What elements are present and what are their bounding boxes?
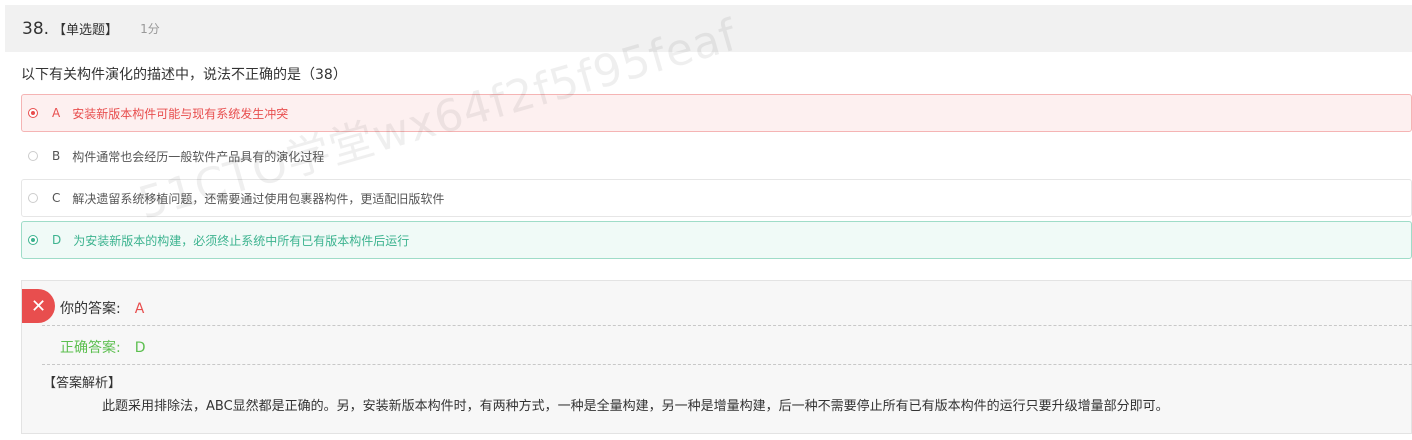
- option-text: 解决遗留系统移植问题，还需要通过使用包裹器构件，更适配旧版软件: [72, 191, 445, 206]
- answer-panel: ✕ 你的答案: A 正确答案: D 【答案解析】 此题采用排除法，ABC显然都是正确…: [21, 280, 1412, 434]
- question-header: 38. 【单选题】 1分: [5, 5, 1412, 52]
- question-stem: 以下有关构件演化的描述中，说法不正确的是（38）: [21, 67, 347, 83]
- option-text: 构件通常也会经历一般软件产品具有的演化过程: [72, 149, 325, 164]
- option-letter: D: [52, 233, 62, 247]
- option-c[interactable]: C 解决遗留系统移植问题，还需要通过使用包裹器构件，更适配旧版软件: [21, 179, 1412, 217]
- your-answer-label: 你的答案:: [60, 301, 121, 317]
- option-text: 安装新版本构件可能与现有系统发生冲突: [72, 106, 289, 121]
- question-number: 38.: [22, 18, 50, 39]
- analysis-title: 【答案解析】: [43, 376, 122, 391]
- question-score: 1分: [140, 22, 160, 36]
- radio-unselected-icon[interactable]: [28, 193, 38, 203]
- option-b[interactable]: B 构件通常也会经历一般软件产品具有的演化过程: [21, 137, 1412, 175]
- correct-answer-label: 正确答案:: [60, 340, 121, 356]
- option-text: 为安装新版本的构建，必须终止系统中所有已有版本构件后运行: [73, 233, 410, 248]
- question-type: 【单选题】: [53, 23, 119, 38]
- option-letter: B: [52, 149, 61, 163]
- your-answer-value: A: [134, 301, 145, 317]
- correct-answer: 正确答案: D: [60, 337, 146, 357]
- close-icon: ✕: [22, 289, 55, 323]
- radio-selected-icon[interactable]: [28, 108, 38, 118]
- radio-correct-icon[interactable]: [28, 235, 38, 245]
- radio-unselected-icon[interactable]: [28, 151, 38, 161]
- option-letter: A: [52, 106, 61, 120]
- option-a[interactable]: A 安装新版本构件可能与现有系统发生冲突: [21, 94, 1412, 132]
- your-answer: 你的答案: A: [60, 298, 144, 318]
- option-letter: C: [52, 191, 61, 205]
- option-d[interactable]: D 为安装新版本的构建，必须终止系统中所有已有版本构件后运行: [21, 221, 1412, 259]
- divider: [42, 325, 1412, 326]
- analysis-body: 此题采用排除法，ABC显然都是正确的。另，安装新版本构件时，有两种方式，一种是全…: [102, 399, 1169, 414]
- correct-answer-value: D: [134, 340, 146, 356]
- divider: [42, 364, 1412, 365]
